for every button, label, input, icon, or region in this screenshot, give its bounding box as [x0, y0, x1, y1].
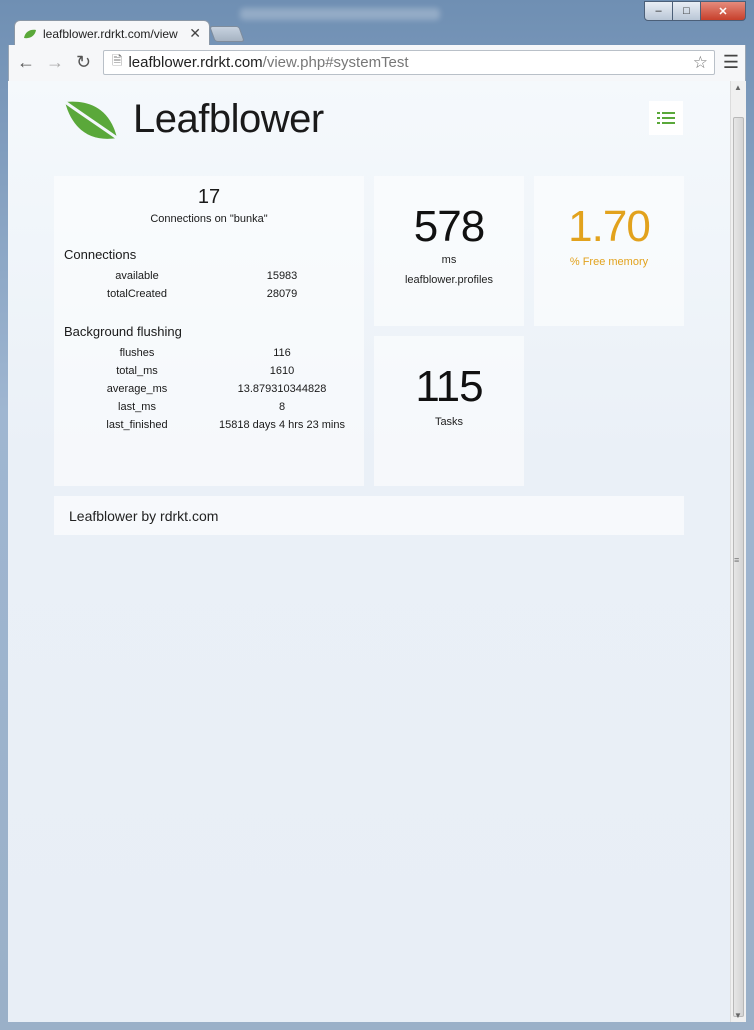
browser-menu-icon[interactable]: ☰ — [723, 52, 739, 73]
row-key: flushes — [119, 347, 155, 359]
profile-time-unit: ms — [441, 254, 457, 266]
browser-tab[interactable]: leafblower.rdrkt.com/view ✕ — [14, 20, 210, 46]
row-key: average_ms — [106, 383, 168, 395]
connections-count: 17 — [197, 186, 221, 208]
row-key: totalCreated — [107, 288, 167, 300]
leaf-favicon-icon — [24, 29, 36, 38]
reload-icon[interactable]: ↻ — [76, 52, 91, 73]
maximize-button[interactable]: □ — [672, 1, 701, 21]
row-key: total_ms — [116, 365, 158, 377]
row-value: 116 — [273, 347, 291, 359]
row-key: last_finished — [106, 419, 168, 431]
row-key: last_ms — [118, 401, 156, 413]
row-value: 1610 — [269, 365, 295, 377]
tasks-value: 115 — [415, 362, 483, 411]
table-row: average_ms 13.879310344828 — [64, 383, 354, 401]
table-row: last_ms 8 — [64, 401, 354, 419]
page-viewport: Leafblower 17 Connections on "bunka" Con… — [8, 81, 730, 1022]
forward-arrow-icon[interactable]: → — [46, 52, 64, 73]
row-value: 15818 days 4 hrs 23 mins — [219, 419, 345, 431]
free-memory-label: % Free memory — [569, 256, 649, 268]
tasks-label: Tasks — [434, 416, 464, 428]
tab-close-icon[interactable]: ✕ — [189, 25, 201, 42]
page-icon: 🗎 — [112, 52, 123, 68]
row-value: 28079 — [266, 288, 298, 300]
page-footer: Leafblower by rdrkt.com — [54, 496, 684, 535]
table-row: totalCreated 28079 — [64, 288, 354, 306]
bookmark-star-icon[interactable]: ☆ — [693, 53, 708, 73]
profile-time-label: leafblower.profiles — [404, 274, 494, 286]
connections-heading: Connections — [64, 247, 137, 262]
back-arrow-icon[interactable]: ← — [17, 52, 35, 73]
vertical-scrollbar[interactable]: ▲ ≡ ▼ — [730, 81, 746, 1022]
footer-text: Leafblower by rdrkt.com — [69, 507, 219, 524]
row-key: available — [115, 270, 159, 282]
table-row: flushes 116 — [64, 347, 354, 365]
scroll-grip-icon: ≡ — [734, 555, 740, 565]
free-memory-card: 1.70 % Free memory — [534, 176, 684, 326]
connections-card: 17 Connections on "bunka" Connections av… — [54, 176, 364, 486]
new-tab-button[interactable] — [209, 26, 245, 42]
row-value: 15983 — [266, 270, 298, 282]
free-memory-value: 1.70 — [568, 202, 651, 251]
table-row: available 15983 — [64, 270, 354, 288]
site-logo[interactable]: Leafblower — [63, 97, 324, 142]
profile-time-card: 578 ms leafblower.profiles — [374, 176, 524, 326]
list-icon — [657, 112, 675, 124]
browser-toolbar: ← → ↻ 🗎 leafblower.rdrkt.com/view.php#sy… — [8, 45, 746, 81]
connections-subtitle: Connections on "bunka" — [150, 213, 268, 225]
scrollbar-thumb[interactable] — [733, 117, 744, 1017]
menu-list-button[interactable] — [649, 101, 683, 135]
url-domain: leafblower.rdrkt.com — [128, 54, 263, 71]
background-flushing-heading: Background flushing — [64, 324, 182, 339]
table-row: total_ms 1610 — [64, 365, 354, 383]
scroll-down-icon[interactable]: ▼ — [734, 1011, 742, 1020]
browser-window: – □ ✕ leafblower.rdrkt.com/view ✕ ← → ↻ … — [0, 0, 754, 1030]
row-value: 13.879310344828 — [237, 383, 327, 395]
url-path: /view.php#systemTest — [262, 54, 409, 71]
minimize-button[interactable]: – — [644, 1, 673, 21]
address-bar[interactable]: 🗎 leafblower.rdrkt.com/view.php#systemTe… — [103, 50, 715, 75]
window-controls: – □ ✕ — [644, 1, 746, 21]
scroll-up-icon[interactable]: ▲ — [734, 83, 742, 92]
window-title — [240, 8, 440, 20]
brand-name: Leafblower — [133, 97, 324, 141]
profile-time-value: 578 — [413, 202, 485, 251]
leaf-logo-icon — [64, 100, 118, 139]
row-value: 8 — [278, 401, 286, 413]
tab-title: leafblower.rdrkt.com/view — [43, 26, 178, 41]
tasks-card: 115 Tasks — [374, 336, 524, 486]
table-row: last_finished 15818 days 4 hrs 23 mins — [64, 419, 354, 437]
close-window-button[interactable]: ✕ — [700, 1, 746, 21]
